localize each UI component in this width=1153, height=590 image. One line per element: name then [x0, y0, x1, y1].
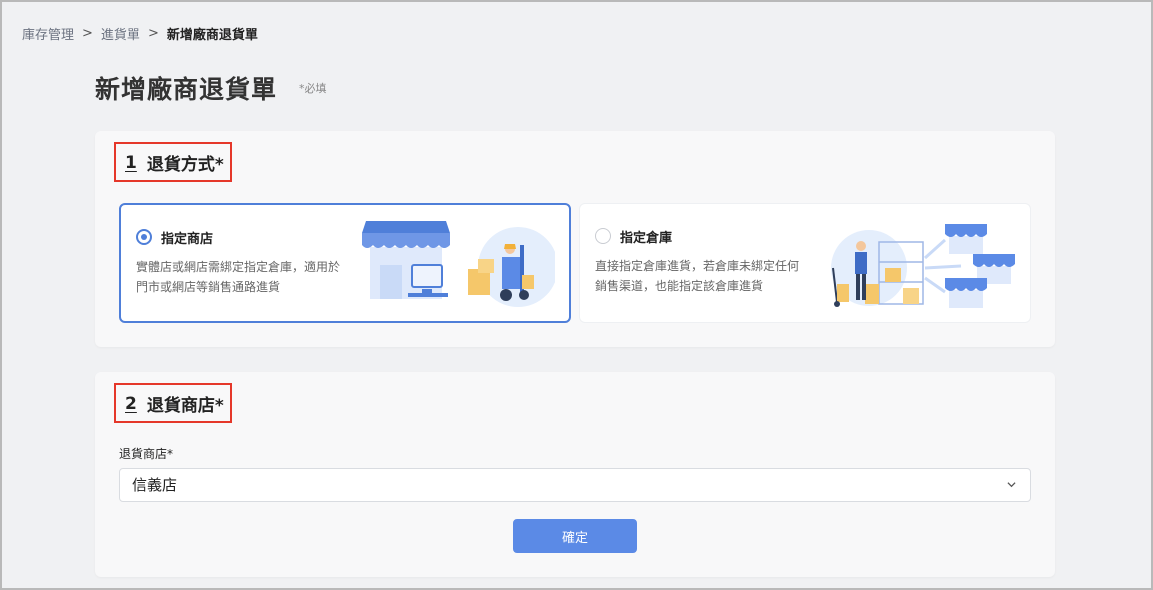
confirm-button[interactable]: 確定	[513, 519, 637, 553]
breadcrumb: 庫存管理 > 進貨單 > 新增廠商退貨單	[22, 24, 258, 43]
option-description: 直接指定倉庫進貨，若倉庫未綁定任何銷售渠道，也能指定該倉庫進貨	[595, 259, 800, 293]
option-title: 指定商店	[161, 232, 214, 247]
return-method-card: 1 退貨方式* 指定商店 實體店或網店需綁定指定倉庫，適用於門市或網店等銷售通路…	[95, 131, 1055, 347]
return-store-label: 退貨商店*	[119, 447, 174, 461]
section-heading-return-store: 2 退貨商店*	[114, 383, 232, 423]
option-description: 實體店或網店需綁定指定倉庫，適用於門市或網店等銷售通路進貨	[136, 260, 341, 294]
return-store-card: 2 退貨商店* 退貨商店* 信義店 確定	[95, 372, 1055, 577]
breadcrumb-item-purchase[interactable]: 進貨單	[101, 24, 140, 43]
section-title: 退貨方式*	[146, 155, 224, 175]
section-number: 2	[125, 393, 137, 414]
option-specified-warehouse[interactable]: 指定倉庫 直接指定倉庫進貨，若倉庫未綁定任何銷售渠道，也能指定該倉庫進貨	[579, 203, 1031, 323]
required-note: *必填	[299, 82, 327, 95]
breadcrumb-item-inventory[interactable]: 庫存管理	[22, 24, 74, 43]
return-store-select[interactable]: 信義店	[119, 468, 1031, 502]
radio-specified-warehouse[interactable]	[595, 228, 611, 244]
radio-specified-store[interactable]	[136, 229, 152, 245]
section-heading-return-method: 1 退貨方式*	[114, 142, 232, 182]
chevron-right-icon: >	[147, 26, 159, 41]
storefront-forklift-icon	[362, 221, 555, 307]
option-title: 指定倉庫	[620, 231, 673, 246]
breadcrumb-current: 新增廠商退貨單	[166, 28, 258, 43]
page-title: 新增廠商退貨單	[95, 75, 278, 104]
section-title: 退貨商店*	[146, 396, 224, 416]
chevron-right-icon: >	[82, 26, 93, 41]
select-value: 信義店	[132, 476, 178, 494]
option-specified-store[interactable]: 指定商店 實體店或網店需綁定指定倉庫，適用於門市或網店等銷售通路進貨	[119, 203, 571, 323]
chevron-down-icon	[1007, 482, 1016, 488]
warehouse-stores-icon	[831, 224, 1015, 308]
section-number: 1	[125, 152, 137, 173]
